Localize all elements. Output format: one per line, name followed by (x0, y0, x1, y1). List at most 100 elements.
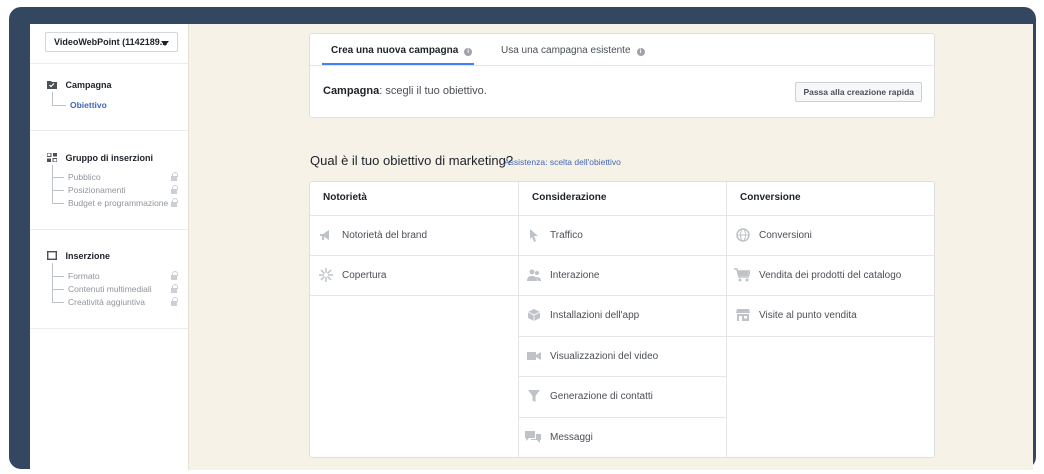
objective-vendita-catalogo[interactable]: Vendita dei prodotti del catalogo (734, 268, 902, 282)
chat-bubbles-icon (525, 431, 541, 443)
folder-check-icon (47, 81, 57, 89)
chevron-down-icon (161, 41, 169, 46)
sidebar-item-obiettivo[interactable]: Obiettivo (70, 100, 107, 110)
sidebar-item-creativita[interactable]: Creatività aggiuntiva (68, 297, 145, 307)
sidebar-item-formato[interactable]: Formato (68, 271, 100, 281)
row-divider (518, 376, 726, 377)
objective-notorieta-brand[interactable]: Notorietà del brand (320, 230, 428, 241)
tree-line (52, 105, 66, 106)
tree-line (52, 177, 64, 178)
divider (310, 215, 934, 216)
objective-installazioni-app[interactable]: Installazioni dell'app (527, 309, 640, 321)
objective-label: Conversioni (759, 230, 812, 241)
objective-question: Qual è il tuo obiettivo di marketing? (310, 153, 514, 168)
lock-icon (171, 172, 178, 182)
row-divider (518, 417, 726, 418)
objective-label: Traffico (550, 230, 583, 241)
sidebar-section-campagna[interactable]: Campagna (47, 80, 112, 90)
info-icon[interactable]: i (636, 48, 645, 56)
lock-icon (171, 284, 178, 294)
sidebar-section-inserzione[interactable]: Inserzione (47, 251, 110, 261)
cart-icon (734, 268, 750, 282)
tree-line (52, 203, 64, 204)
row-divider (518, 255, 726, 256)
column-header-notorieta: Notorietà (323, 192, 367, 203)
objective-label: Copertura (342, 270, 387, 281)
objective-visite-punto-vendita[interactable]: Visite al punto vendita (736, 309, 857, 321)
objective-traffico[interactable]: Traffico (530, 229, 583, 242)
lock-icon (171, 198, 178, 208)
tab-crea-nuova-campagna[interactable]: Crea una nuova campagna i (331, 45, 473, 56)
objective-visualizzazioni-video[interactable]: Visualizzazioni del video (527, 351, 659, 362)
divider (30, 229, 188, 230)
objective-conversioni[interactable]: Conversioni (736, 228, 812, 242)
divider (30, 130, 188, 131)
sidebar-section-title: Inserzione (65, 251, 111, 261)
device-frame: VideoWebPoint (1142189... Campagna Obiet… (9, 7, 1036, 470)
globe-icon (736, 228, 750, 242)
objective-copertura[interactable]: Copertura (319, 268, 387, 282)
tab-usa-campagna-esistente[interactable]: Usa una campagna esistente i (501, 45, 645, 56)
sidebar-section-gruppo-inserzioni[interactable]: Gruppo di inserzioni (47, 153, 153, 163)
funnel-icon (528, 390, 540, 402)
cursor-icon (530, 229, 538, 242)
divider (30, 328, 188, 329)
objective-label: Visualizzazioni del video (550, 351, 659, 362)
square-icon (47, 251, 57, 260)
sidebar-item-budget[interactable]: Budget e programmazione (68, 198, 168, 208)
column-divider (726, 182, 727, 458)
sidebar: VideoWebPoint (1142189... Campagna Obiet… (30, 24, 189, 470)
sidebar-section-title: Campagna (65, 80, 112, 90)
info-icon[interactable]: i (464, 48, 473, 56)
tree-line (52, 289, 64, 290)
sidebar-section-title: Gruppo di inserzioni (65, 153, 154, 163)
quick-creation-button[interactable]: Passa alla creazione rapida (795, 82, 922, 102)
megaphone-icon (320, 230, 329, 240)
column-header-conversione: Conversione (740, 192, 801, 203)
objective-interazione[interactable]: Interazione (527, 269, 599, 281)
objectives-table: Notorietà Considerazione Conversione Not… (309, 181, 935, 458)
campaign-heading-text: : scegli il tuo obiettivo. (379, 85, 487, 97)
lock-icon (171, 271, 178, 281)
objective-label: Generazione di contatti (550, 391, 653, 402)
tab-label: Usa una campagna esistente (501, 45, 631, 56)
people-icon (527, 269, 541, 281)
grid-icon (47, 153, 57, 162)
tab-label: Crea una nuova campagna (331, 45, 459, 56)
screen: VideoWebPoint (1142189... Campagna Obiet… (30, 24, 1033, 470)
tree-line (52, 190, 64, 191)
store-icon (736, 309, 750, 321)
campaign-heading-bold: Campagna (323, 85, 380, 97)
account-selector[interactable]: VideoWebPoint (1142189... (45, 32, 178, 52)
objective-label: Vendita dei prodotti del catalogo (759, 270, 902, 281)
assistance-link[interactable]: Assistenza: scelta dell'obiettivo (504, 157, 621, 167)
burst-icon (319, 268, 333, 282)
sidebar-item-pubblico[interactable]: Pubblico (68, 172, 101, 182)
tree-line (52, 302, 64, 303)
objective-generazione-contatti[interactable]: Generazione di contatti (528, 390, 653, 402)
objective-label: Notorietà del brand (342, 230, 428, 241)
campaign-card: Crea una nuova campagna i Usa una campagn… (309, 33, 935, 118)
objective-label: Visite al punto vendita (759, 310, 857, 321)
objective-messaggi[interactable]: Messaggi (525, 431, 593, 443)
tree-line (52, 92, 53, 105)
row-divider (518, 336, 726, 337)
objective-label: Messaggi (550, 432, 593, 443)
account-label: VideoWebPoint (1142189... (54, 37, 168, 47)
divider (30, 63, 188, 64)
objective-label: Installazioni dell'app (550, 310, 640, 321)
lock-icon (171, 185, 178, 195)
tree-line (52, 263, 53, 303)
row-divider (310, 295, 518, 296)
sidebar-item-posizionamenti[interactable]: Posizionamenti (68, 185, 126, 195)
sidebar-item-contenuti[interactable]: Contenuti multimediali (68, 284, 152, 294)
box-icon (527, 309, 541, 321)
row-divider (726, 336, 934, 337)
campaign-heading: Campagna: scegli il tuo obiettivo. (323, 85, 487, 97)
column-header-considerazione: Considerazione (532, 192, 607, 203)
lock-icon (171, 297, 178, 307)
row-divider (310, 255, 518, 256)
tree-line (52, 165, 53, 204)
tree-line (52, 276, 64, 277)
row-divider (726, 255, 934, 256)
